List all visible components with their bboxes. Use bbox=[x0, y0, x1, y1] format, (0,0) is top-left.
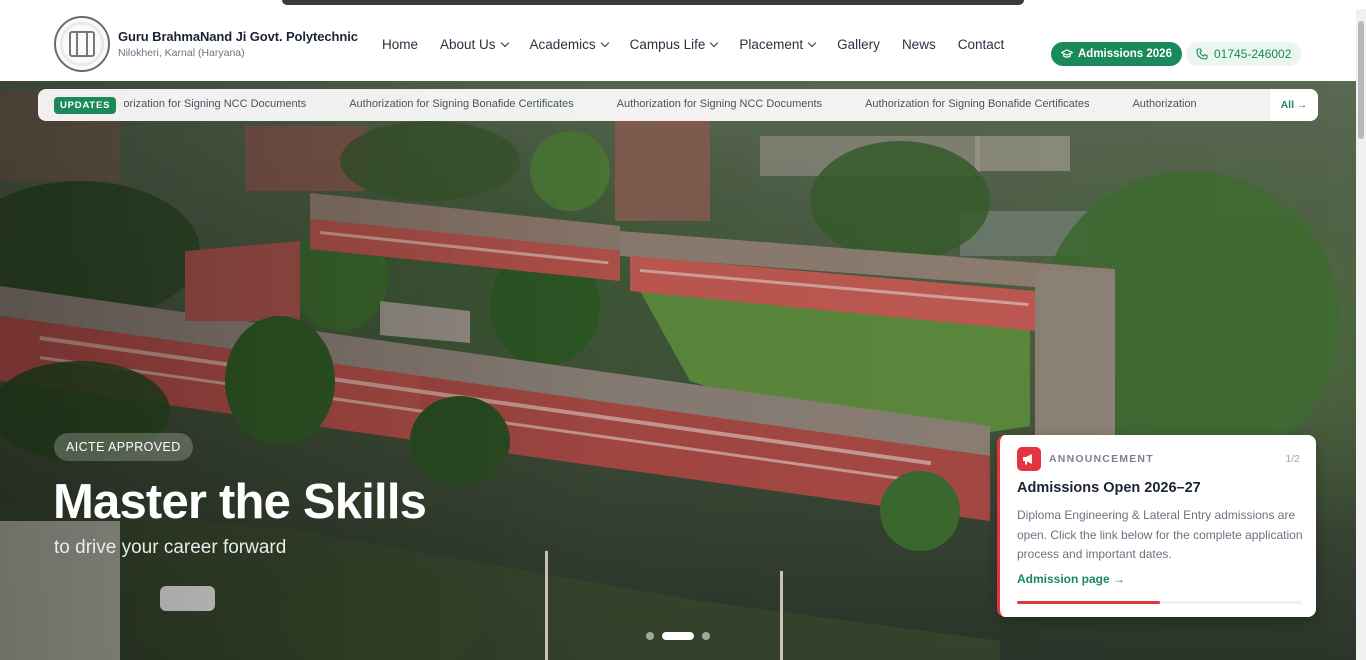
nav-item-label: About Us bbox=[440, 37, 496, 52]
hero-title: Master the Skills bbox=[53, 475, 427, 529]
main-nav: Home About Us Academics Campus Life Placemen… bbox=[382, 37, 1026, 52]
nav-item-news[interactable]: News bbox=[902, 37, 936, 52]
announcement-kicker: ANNOUNCEMENT bbox=[1049, 453, 1154, 465]
admission-page-link[interactable]: Admission page → bbox=[1017, 572, 1125, 586]
updates-ticker: UPDATES horization for Signing NCC Docum… bbox=[38, 89, 1318, 121]
nav-item-gallery[interactable]: Gallery bbox=[837, 37, 880, 52]
college-logo[interactable] bbox=[54, 16, 110, 72]
ticker-message[interactable]: Authorization bbox=[1132, 98, 1196, 110]
ticker-message[interactable]: Authorization for Signing NCC Documents bbox=[617, 98, 822, 110]
slider-dots bbox=[646, 632, 710, 640]
nav-item-campus-life[interactable]: Campus Life bbox=[629, 37, 719, 52]
phone-number: 01745-246002 bbox=[1214, 47, 1292, 61]
announcement-counter: 1/2 bbox=[1285, 453, 1300, 465]
phone-icon bbox=[1196, 48, 1208, 60]
announcement-card[interactable]: ANNOUNCEMENT 1/2 Admissions Open 2026–27… bbox=[997, 435, 1316, 617]
ticker-message[interactable]: horization for Signing NCC Documents bbox=[124, 98, 306, 110]
hero-subtitle: to drive your career forward bbox=[54, 537, 287, 558]
browser-top-strip bbox=[0, 0, 1366, 9]
nav-item-about-us[interactable]: About Us bbox=[440, 37, 509, 52]
announcement-body: Diploma Engineering & Lateral Entry admi… bbox=[1017, 508, 1303, 561]
announcement-title: Admissions Open 2026–27 bbox=[1017, 480, 1201, 496]
slider-dot[interactable] bbox=[702, 632, 710, 640]
nav-item-academics[interactable]: Academics bbox=[529, 37, 609, 52]
announcement-progress bbox=[1017, 601, 1302, 604]
brand-block[interactable]: Guru BrahmaNand Ji Govt. Polytechnic Nil… bbox=[118, 29, 358, 59]
nav-item-label: Gallery bbox=[837, 37, 880, 52]
updates-tag: UPDATES bbox=[54, 96, 117, 114]
browser-tab-bar bbox=[282, 0, 1024, 5]
slider-dot[interactable] bbox=[662, 632, 694, 640]
chevron-down-icon bbox=[600, 38, 609, 47]
college-name: Guru BrahmaNand Ji Govt. Polytechnic bbox=[118, 29, 358, 44]
site-header: Guru BrahmaNand Ji Govt. Polytechnic Nil… bbox=[0, 9, 1356, 81]
announcement-progress-fill bbox=[1017, 601, 1160, 604]
ticker-message[interactable]: Authorization for Signing Bonafide Certi… bbox=[349, 98, 573, 110]
nav-item-label: Home bbox=[382, 37, 419, 52]
admissions-button-label: Admissions 2026 bbox=[1078, 48, 1172, 60]
nav-item-label: Contact bbox=[957, 37, 1005, 52]
megaphone-icon bbox=[1017, 447, 1041, 471]
chevron-down-icon bbox=[500, 38, 509, 47]
nav-item-label: News bbox=[901, 37, 936, 52]
chevron-down-icon bbox=[807, 38, 817, 47]
nav-item-home[interactable]: Home bbox=[382, 37, 418, 52]
nav-item-label: Campus Life bbox=[629, 37, 706, 52]
logo-emblem-icon bbox=[69, 31, 95, 57]
phone-button[interactable]: 01745-246002 bbox=[1186, 42, 1302, 66]
page-scrollbar[interactable] bbox=[1356, 9, 1366, 660]
chevron-down-icon bbox=[710, 38, 719, 47]
nav-item-contact[interactable]: Contact bbox=[958, 37, 1005, 52]
aicte-badge: AICTE APPROVED bbox=[54, 433, 193, 461]
college-location: Nilokheri, Karnal (Haryana) bbox=[118, 47, 245, 59]
graduation-cap-icon bbox=[1061, 49, 1073, 58]
nav-item-label: Academics bbox=[529, 37, 596, 52]
ticker-messages: horization for Signing NCC Documents Auth… bbox=[124, 98, 1239, 110]
nav-item-placement[interactable]: Placement bbox=[739, 37, 817, 52]
ticker-all-link[interactable]: All → bbox=[1270, 89, 1318, 121]
nav-item-label: Placement bbox=[739, 37, 804, 52]
scrollbar-thumb[interactable] bbox=[1358, 21, 1364, 139]
slider-dot[interactable] bbox=[646, 632, 654, 640]
admissions-button[interactable]: Admissions 2026 bbox=[1051, 42, 1182, 66]
ticker-message[interactable]: Authorization for Signing Bonafide Certi… bbox=[865, 98, 1089, 110]
ticker-track: horization for Signing NCC Documents Auth… bbox=[124, 89, 1274, 121]
